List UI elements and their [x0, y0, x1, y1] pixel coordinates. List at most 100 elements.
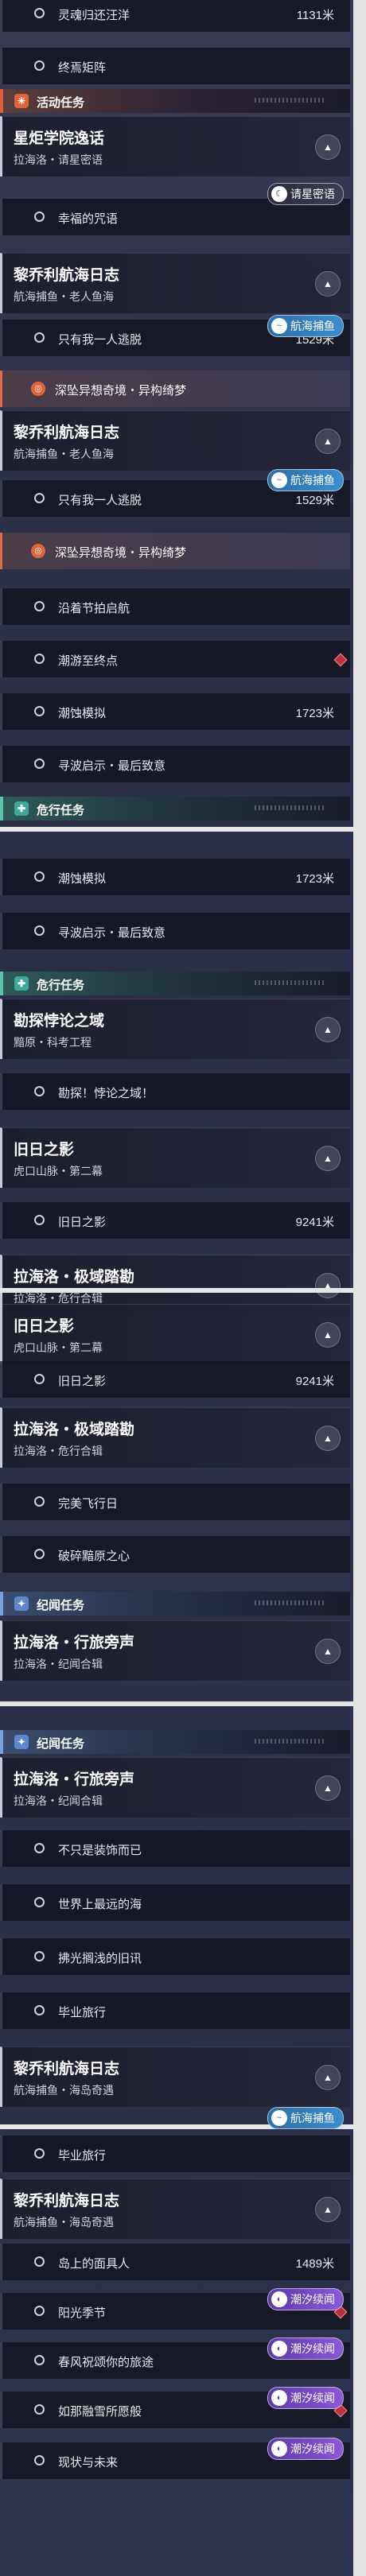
objective-row[interactable]: 世界上最远的海 [0, 1884, 350, 1921]
quest-tag-badge: ◐ 潮汐续闻 [267, 2337, 344, 2360]
objective-label: 阳光季节 [58, 2306, 107, 2320]
objective-row[interactable]: 不只是装饰而已 [0, 1830, 350, 1867]
section-title: 危行任务 [37, 804, 85, 817]
objective-row[interactable]: 拂光搁浅的旧讯 [0, 1938, 350, 1975]
circle-icon [34, 1897, 45, 1907]
quest-title: 勘探悖论之域 [14, 1013, 105, 1030]
quest-card[interactable]: 拉海洛・极域踏勘 拉海洛・危行合辑 ▲ [0, 1407, 350, 1468]
objective-row[interactable]: 潮蚀模拟 1723米 [0, 693, 350, 730]
quest-title: 旧日之影 [14, 1142, 75, 1158]
quest-card[interactable]: 旧日之影 虎口山脉・第二幕 ▲ [0, 1127, 350, 1188]
badge-label: 潮汐续闻 [290, 2342, 335, 2355]
badge-label: 请星密语 [290, 188, 335, 200]
objective-label: 毕业旅行 [58, 2006, 107, 2019]
section-title: 危行任务 [37, 979, 85, 992]
objective-row[interactable]: 完美飞行日 [0, 1484, 350, 1520]
objective-row[interactable]: 岛上的面具人 1489米 [0, 2244, 350, 2280]
quest-card[interactable]: 拉海洛・行旅旁声 拉海洛・纪闻合辑 ▲ [0, 1757, 350, 1818]
quest-card[interactable]: 星炬学院逸话 拉海洛・请星密语 ▲ [0, 116, 350, 177]
section-header-legend: ✦ 纪闻任务 [0, 1730, 350, 1754]
objective-label: 拂光搁浅的旧讯 [58, 1952, 142, 1965]
chevron-up-icon[interactable]: ▲ [315, 271, 341, 297]
chevron-up-icon[interactable]: ▲ [315, 1322, 341, 1348]
objective-label: 潮游至终点 [58, 654, 119, 668]
quest-subtitle: 拉海洛・纪闻合辑 [14, 1658, 103, 1670]
objective-row[interactable]: 灵魂归还汪洋 1131米 [0, 0, 350, 32]
quest-subtitle: 航海捕鱼・海岛奇遇 [14, 2084, 114, 2097]
quest-tag-badge: ◐ 潮汐续闻 [267, 2387, 344, 2409]
quest-card[interactable]: 黎乔利航海日志航海捕鱼・老人鱼海 ▲ [0, 253, 350, 313]
quest-card[interactable]: 勘探悖论之域 黯原・科考工程 ▲ [0, 999, 350, 1059]
quest-tag-badge: ~ 航海捕鱼 [267, 2107, 344, 2129]
badge-label: 航海捕鱼 [290, 474, 335, 487]
quest-title: 星炬学院逸话 [14, 130, 105, 147]
quest-card[interactable]: 黎乔利航海日志航海捕鱼・老人鱼海 ▲ [0, 410, 350, 471]
objective-row[interactable]: 旧日之影 9241米 [0, 1202, 350, 1239]
badge-label: 潮汐续闻 [290, 2442, 335, 2455]
circle-icon [34, 8, 45, 18]
objective-row[interactable]: 毕业旅行 [0, 1992, 350, 2029]
quest-title: 黎乔利航海日志 [14, 425, 120, 441]
objective-row[interactable]: 勘探！悖论之域！ [0, 1073, 350, 1110]
dream-objective-row[interactable]: ◎ 深坠异想奇境・异构绮梦 [0, 370, 350, 407]
circle-icon [34, 706, 45, 716]
objective-label: 深坠异想奇境・异构绮梦 [55, 384, 187, 398]
chevron-up-icon[interactable]: ▲ [315, 1775, 341, 1801]
chevron-up-icon[interactable]: ▲ [315, 1017, 341, 1042]
chevron-up-icon[interactable]: ▲ [315, 2065, 341, 2090]
objective-label: 寻波启示・最后致意 [58, 926, 166, 940]
quest-card[interactable]: 黎乔利航海日志 航海捕鱼・海岛奇遇 ▲ [0, 2046, 350, 2107]
objective-row[interactable]: 沿着节拍启航 [0, 588, 350, 625]
circle-icon [34, 654, 45, 664]
objective-row[interactable]: 旧日之影 9241米 [0, 1361, 350, 1398]
badge-label: 航海捕鱼 [290, 320, 335, 332]
chevron-up-icon[interactable]: ▲ [315, 429, 341, 454]
objective-label: 毕业旅行 [58, 2149, 107, 2163]
page-scrollbar-track [353, 0, 366, 2576]
objective-label: 潮蚀模拟 [58, 872, 107, 886]
chevron-up-icon[interactable]: ▲ [315, 1273, 341, 1298]
quest-title: 黎乔利航海日志 [14, 2061, 120, 2077]
objective-label: 灵魂归还汪洋 [58, 9, 130, 22]
objective-row[interactable]: 终焉矩阵 [0, 48, 350, 84]
objective-label: 不只是装饰而已 [58, 1844, 142, 1857]
chevron-up-icon[interactable]: ▲ [315, 2197, 341, 2222]
chevron-up-icon[interactable]: ▲ [315, 1426, 341, 1451]
badge-icon: ◐ [271, 2390, 287, 2406]
objective-row[interactable]: 寻波启示・最后致意 [0, 913, 350, 949]
objective-label: 只有我一人逃脱 [58, 333, 142, 347]
chevron-up-icon[interactable]: ▲ [315, 1146, 341, 1171]
quest-subtitle: 虎口山脉・第二幕 [14, 1341, 103, 1354]
chevron-up-icon[interactable]: ▲ [315, 1639, 341, 1664]
quest-subtitle: 航海捕鱼・海岛奇遇 [14, 2216, 114, 2229]
quest-card[interactable]: 拉海洛・行旅旁声拉海洛・纪闻合辑 ▲ [0, 1620, 350, 1681]
objective-row[interactable]: 潮游至终点 [0, 641, 350, 677]
objective-row[interactable]: 毕业旅行 [0, 2136, 350, 2172]
quest-card[interactable]: 黎乔利航海日志 航海捕鱼・海岛奇遇 ▲ [0, 2178, 350, 2239]
section-header-activity: ☀ 活动任务 [0, 89, 350, 113]
decorative-dots [255, 1739, 326, 1744]
circle-icon [34, 1374, 45, 1384]
decorative-dots [255, 980, 326, 985]
quest-subtitle: 航海捕鱼・老人鱼海 [14, 448, 114, 460]
quest-title: 拉海洛・行旅旁声 [14, 1635, 135, 1651]
objective-row[interactable]: 破碎黯原之心 [0, 1536, 350, 1573]
objective-row[interactable]: 潮蚀模拟 1723米 [0, 859, 350, 895]
objective-distance: 9241米 [295, 1216, 334, 1229]
objective-label: 深坠异想奇境・异构绮梦 [55, 546, 187, 560]
dream-objective-row[interactable]: ◎ 深坠异想奇境・异构绮梦 [0, 533, 350, 569]
objective-row[interactable]: 寻波启示・最后致意 [0, 746, 350, 782]
badge-icon: ☾ [271, 186, 287, 202]
circle-icon [34, 2355, 45, 2365]
legend-star-icon: ✦ [14, 1735, 29, 1749]
badge-label: 潮汐续闻 [290, 2392, 335, 2404]
circle-icon [34, 2306, 45, 2316]
quest-card[interactable]: 旧日之影 虎口山脉・第二幕 ▲ [0, 1304, 350, 1364]
screenshot-divider [0, 1288, 353, 1293]
quest-title: 拉海洛・行旅旁声 [14, 1771, 135, 1788]
quest-subtitle: 航海捕鱼・老人鱼海 [14, 290, 114, 303]
quest-title: 黎乔利航海日志 [14, 267, 120, 284]
circle-icon [34, 60, 45, 71]
chevron-up-icon[interactable]: ▲ [315, 134, 341, 160]
quest-tag-badge: ~ 航海捕鱼 [267, 469, 344, 491]
